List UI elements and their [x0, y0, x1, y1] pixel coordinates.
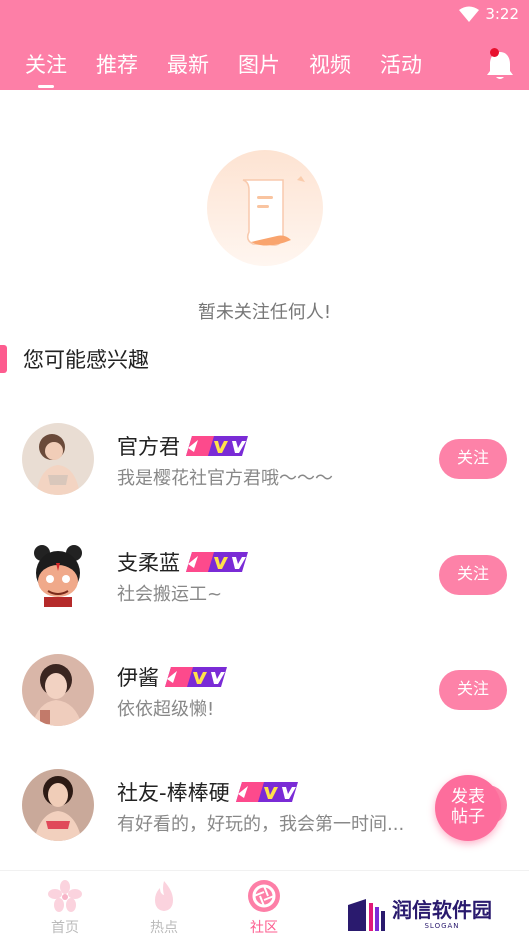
user-avatar[interactable] [22, 654, 94, 726]
active-tab-indicator [38, 85, 54, 88]
empty-state-message: 暂未关注任何人! [197, 302, 332, 323]
tab-activities[interactable]: 活动 [380, 48, 422, 82]
user-row[interactable]: 官方君 我是樱花社官方君哦～～～ 关注 [0, 423, 529, 513]
tab-following[interactable]: 关注 [25, 48, 67, 88]
aperture-icon [248, 880, 280, 912]
user-description: 我是樱花社官方君哦～～～ [117, 468, 333, 489]
status-time: 3:22 [485, 5, 519, 23]
app-header: 3:22 关注 推荐 最新 图片 视频 活动 [0, 0, 529, 90]
big-v-badge-icon [235, 782, 298, 802]
tab-latest[interactable]: 最新 [167, 48, 209, 82]
follow-button[interactable]: 关注 [439, 670, 507, 710]
user-avatar[interactable] [22, 539, 94, 611]
flame-icon [155, 881, 173, 911]
watermark-title: 润信软件园 [392, 898, 492, 922]
status-bar: 3:22 [0, 0, 529, 28]
section-accent-bar [0, 345, 7, 373]
sakura-icon [48, 880, 82, 912]
user-row[interactable]: 伊酱 依依超级懒! 关注 [0, 654, 529, 744]
new-post-button[interactable]: 发表 帖子 [435, 775, 501, 841]
wifi-icon [459, 6, 479, 22]
nav-home[interactable]: 首页 [35, 879, 95, 937]
user-description: 有好看的，好玩的，我会第一时间... [117, 814, 405, 835]
user-description: 社会搬运工~ [117, 584, 223, 605]
user-name: 社友-棒棒硬 [117, 781, 230, 805]
follow-button[interactable]: 关注 [439, 439, 507, 479]
nav-hot[interactable]: 热点 [134, 879, 194, 937]
user-name: 伊酱 [117, 666, 159, 690]
big-v-badge-icon [165, 667, 227, 687]
watermark-logo: 润信软件园 SLOGAN [346, 893, 516, 935]
watermark-slogan: SLOGAN [424, 922, 460, 930]
tab-recommended[interactable]: 推荐 [96, 48, 138, 82]
bell-icon[interactable] [483, 48, 517, 82]
empty-document-icon [207, 150, 323, 266]
category-tabs: 关注 推荐 最新 图片 视频 活动 [0, 48, 422, 88]
user-avatar[interactable] [22, 769, 94, 841]
nav-community[interactable]: 社区 [234, 879, 294, 937]
notification-dot [490, 48, 499, 57]
watermark-building-icon [348, 899, 385, 931]
tab-videos[interactable]: 视频 [309, 48, 351, 82]
user-row[interactable]: 支柔蓝 社会搬运工~ 关注 [0, 539, 529, 629]
user-description: 依依超级懒! [117, 699, 215, 720]
user-name: 支柔蓝 [117, 551, 180, 575]
follow-button[interactable]: 关注 [439, 555, 507, 595]
big-v-badge-icon [186, 552, 248, 572]
big-v-badge-icon [186, 436, 248, 456]
user-name: 官方君 [117, 435, 180, 459]
section-title: 您可能感兴趣 [23, 348, 149, 372]
tab-images[interactable]: 图片 [238, 48, 280, 82]
user-avatar[interactable] [22, 423, 94, 495]
